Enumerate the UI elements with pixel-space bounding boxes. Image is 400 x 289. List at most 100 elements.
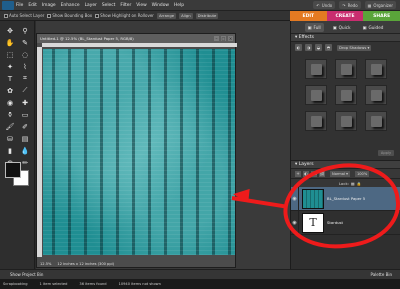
tab-edit[interactable]: EDIT [290, 11, 327, 21]
document-title-bar[interactable]: Untitled-1 @ 12.5% (BL_Stardust Paper 5,… [37, 34, 235, 43]
project-bin-bar: Show Project Bin Palette Bin [0, 269, 400, 279]
horizontal-ruler [42, 43, 237, 47]
status-taskbar: Scrapbooking 1 item selected 36 items fo… [0, 279, 400, 289]
effect-thumbnail[interactable] [365, 85, 387, 105]
mode-guided[interactable]: ▣ Guided [360, 23, 387, 32]
undo-label: Undo [321, 2, 333, 8]
effect-thumbnail[interactable] [305, 111, 327, 131]
menu-enhance[interactable]: Enhance [61, 3, 80, 8]
document-canvas[interactable] [43, 49, 235, 255]
bounding-box-checkbox[interactable] [47, 13, 52, 18]
effect-thumbnail[interactable] [365, 111, 387, 131]
marquee-tool-icon[interactable]: ⬚ [3, 49, 17, 60]
apply-effect-button[interactable]: Apply [378, 150, 394, 156]
new-layer-icon[interactable]: + [295, 170, 301, 177]
bounding-box-option[interactable]: Show Bounding Box [47, 13, 92, 18]
straighten-tool-icon[interactable]: ⟋ [18, 85, 32, 96]
menu-window[interactable]: Window [152, 3, 169, 8]
mode-tabs: EDIT CREATE SHARE [290, 11, 400, 21]
move-tool-icon[interactable]: ✥ [3, 25, 17, 36]
clone-stamp-tool-icon[interactable]: ⚱ [3, 109, 17, 120]
gradient-tool-icon[interactable]: ▤ [18, 133, 32, 144]
crop-tool-icon[interactable]: ⌗ [18, 73, 32, 84]
type-tool-icon[interactable]: T [3, 73, 17, 84]
chevron-down-icon: ▾ [367, 45, 370, 50]
highlight-checkbox[interactable] [95, 13, 100, 18]
mode-quick[interactable]: ▣ Quick [330, 23, 354, 32]
zoom-level[interactable]: 12.5% [40, 262, 51, 266]
layer-styles-icon[interactable]: ◑ [305, 44, 312, 51]
taskbar-status: Scrapbooking [3, 282, 28, 286]
effect-thumbnail[interactable] [335, 59, 357, 79]
smart-brush-tool-icon[interactable]: ✐ [18, 121, 32, 132]
minimize-icon[interactable]: – [214, 36, 219, 41]
distribute-button[interactable]: Distribute [195, 12, 219, 19]
spot-healing-tool-icon[interactable]: ✚ [18, 97, 32, 108]
cookie-cutter-tool-icon[interactable]: ✿ [3, 85, 17, 96]
tab-share[interactable]: SHARE [363, 11, 400, 21]
document-title: Untitled-1 @ 12.5% (BL_Stardust Paper 5,… [40, 36, 134, 41]
zoom-tool-icon[interactable]: ⚲ [18, 25, 32, 36]
mode-guided-label: Guided [368, 24, 384, 30]
shape-tool-icon[interactable]: ▮ [3, 145, 17, 156]
auto-select-checkbox[interactable] [4, 13, 8, 18]
menu-file[interactable]: File [16, 3, 23, 8]
filters-icon[interactable]: ◐ [295, 44, 302, 51]
maximize-icon[interactable]: □ [221, 36, 226, 41]
effect-thumbnail[interactable] [305, 59, 327, 79]
hand-tool-icon[interactable]: ✋ [3, 37, 17, 48]
redo-icon: ↷ [342, 2, 346, 8]
organizer-button[interactable]: ▦ Organizer [364, 1, 396, 9]
undo-button[interactable]: ↶ Undo [313, 1, 336, 9]
undo-icon: ↶ [316, 2, 320, 8]
lasso-tool-icon[interactable]: ◌ [18, 49, 32, 60]
effects-category-select[interactable]: Drop Shadows ▾ [337, 44, 372, 51]
eraser-tool-icon[interactable]: ▭ [18, 109, 32, 120]
organizer-icon: ▦ [367, 2, 372, 8]
organizer-label: Organizer [373, 2, 393, 8]
photo-effects-icon[interactable]: ◒ [315, 44, 322, 51]
menu-filter[interactable]: Filter [120, 3, 131, 8]
annotation-arrow-head-icon [232, 187, 250, 203]
document-size: 12 inches x 12 inches (300 ppi) [57, 261, 114, 266]
menu-select[interactable]: Select [102, 3, 116, 8]
close-icon[interactable]: × [228, 36, 233, 41]
selection-brush-tool-icon[interactable]: ⌇ [18, 61, 32, 72]
align-button[interactable]: Align [179, 12, 193, 19]
full-mode-icon: ▣ [307, 24, 312, 30]
red-eye-tool-icon[interactable]: ◉ [3, 97, 17, 108]
arrange-button[interactable]: Arrange [156, 12, 177, 19]
effect-thumbnail[interactable] [335, 111, 357, 131]
eyedropper-tool-icon[interactable]: ✎ [18, 37, 32, 48]
show-all-icon[interactable]: ◓ [325, 44, 332, 51]
vertical-ruler [37, 47, 42, 257]
redo-button[interactable]: ↷ Redo [339, 1, 361, 9]
auto-select-option[interactable]: Auto Select Layer [4, 13, 44, 18]
show-project-bin-button[interactable]: Show Project Bin [10, 272, 43, 277]
blur-tool-icon[interactable]: 💧 [18, 145, 32, 156]
edit-mode-bar: ▣ Full ▣ Quick ▣ Guided [291, 21, 400, 34]
menu-help[interactable]: Help [174, 3, 184, 8]
document-status-bar: 12.5% 12 inches x 12 inches (300 ppi) [37, 260, 235, 267]
effect-thumbnail[interactable] [335, 85, 357, 105]
mode-full[interactable]: ▣ Full [304, 22, 324, 32]
effect-thumbnail[interactable] [305, 85, 327, 105]
mode-full-label: Full [313, 24, 321, 30]
magic-wand-tool-icon[interactable]: ✦ [3, 61, 17, 72]
menu-bar: File Edit Image Enhance Layer Select Fil… [0, 0, 400, 11]
highlight-option[interactable]: Show Highlight on Rollover [95, 13, 154, 18]
palette-bin-button[interactable]: Palette Bin [370, 272, 392, 277]
foreground-color-swatch[interactable] [5, 162, 21, 178]
menu-image[interactable]: Image [42, 3, 56, 8]
paint-bucket-tool-icon[interactable]: ⛁ [3, 133, 17, 144]
menu-layer[interactable]: Layer [85, 3, 97, 8]
tab-create[interactable]: CREATE [326, 11, 364, 21]
color-swatches[interactable] [5, 162, 31, 188]
menu-edit[interactable]: Edit [28, 3, 37, 8]
menu-view[interactable]: View [136, 3, 146, 8]
effects-panel-header[interactable]: ▾ Effects [291, 34, 400, 42]
paper-texture [43, 49, 235, 255]
brush-tool-icon[interactable]: 🖌 [3, 121, 17, 132]
menu-right-controls: ↶ Undo ↷ Redo ▦ Organizer [313, 1, 396, 9]
effect-thumbnail[interactable] [365, 59, 387, 79]
